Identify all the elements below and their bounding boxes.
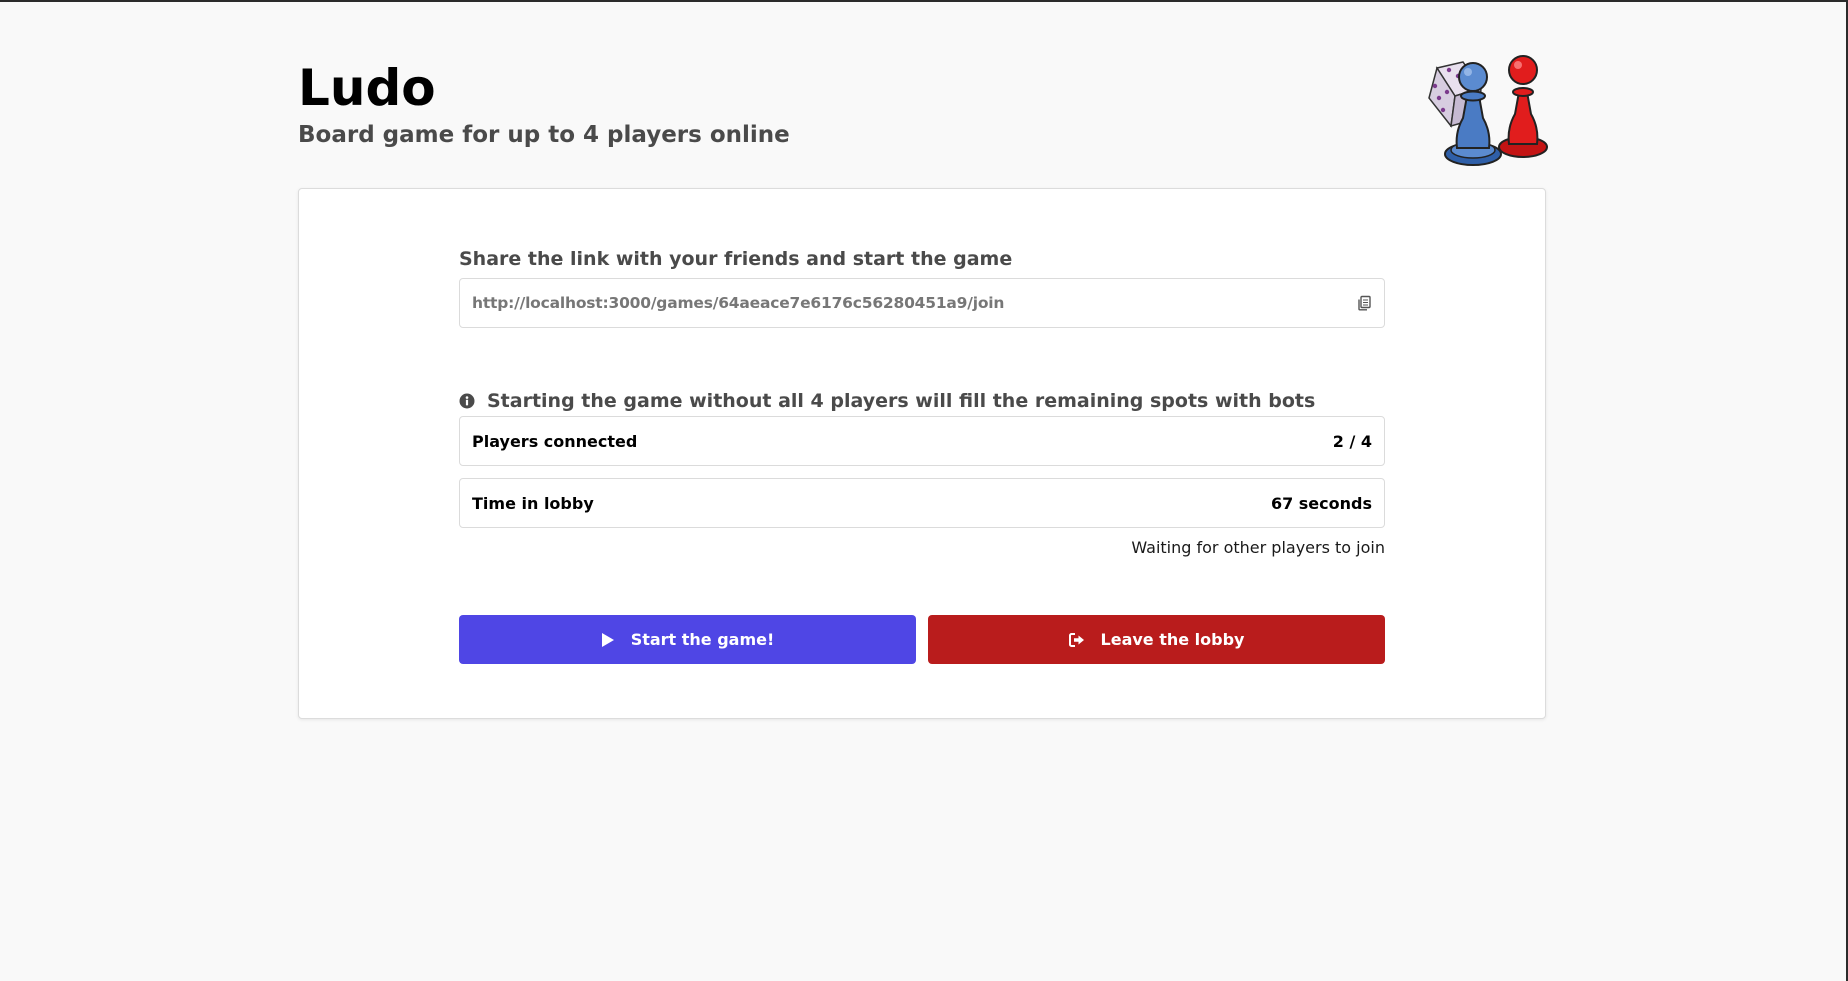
time-in-lobby-row: Time in lobby 67 seconds: [459, 478, 1385, 528]
players-connected-row: Players connected 2 / 4: [459, 416, 1385, 466]
dice-and-pawns-logo-icon: [1428, 55, 1548, 166]
play-icon: [601, 632, 614, 647]
page-header: Ludo Board game for up to 4 players onli…: [298, 55, 1548, 178]
info-icon: [459, 393, 475, 409]
page-title: Ludo: [298, 59, 436, 117]
players-connected-value: 2 / 4: [1332, 431, 1372, 451]
sign-out-icon: [1068, 632, 1084, 647]
start-game-label: Start the game!: [630, 630, 775, 649]
action-buttons: Start the game! Leave the lobby: [459, 615, 1385, 664]
players-connected-label: Players connected: [472, 431, 638, 451]
leave-lobby-label: Leave the lobby: [1100, 630, 1245, 649]
share-link-text[interactable]: http://localhost:3000/games/64aeace7e617…: [472, 294, 1356, 312]
waiting-status: Waiting for other players to join: [1131, 538, 1385, 557]
lobby-status-section: Starting the game without all 4 players …: [459, 388, 1385, 558]
bots-info-text: Starting the game without all 4 players …: [487, 390, 1316, 412]
bots-info: Starting the game without all 4 players …: [459, 388, 1385, 414]
time-in-lobby-value: 67 seconds: [1270, 493, 1372, 513]
share-label: Share the link with your friends and sta…: [459, 248, 1013, 270]
start-game-button[interactable]: Start the game!: [459, 615, 916, 664]
copy-icon[interactable]: [1356, 295, 1372, 311]
time-in-lobby-label: Time in lobby: [472, 493, 594, 513]
leave-lobby-button[interactable]: Leave the lobby: [928, 615, 1385, 664]
share-section: Share the link with your friends and sta…: [459, 246, 1385, 328]
lobby-card: Share the link with your friends and sta…: [298, 188, 1546, 719]
page-subtitle: Board game for up to 4 players online: [298, 122, 790, 148]
share-link-field[interactable]: http://localhost:3000/games/64aeace7e617…: [459, 278, 1385, 328]
